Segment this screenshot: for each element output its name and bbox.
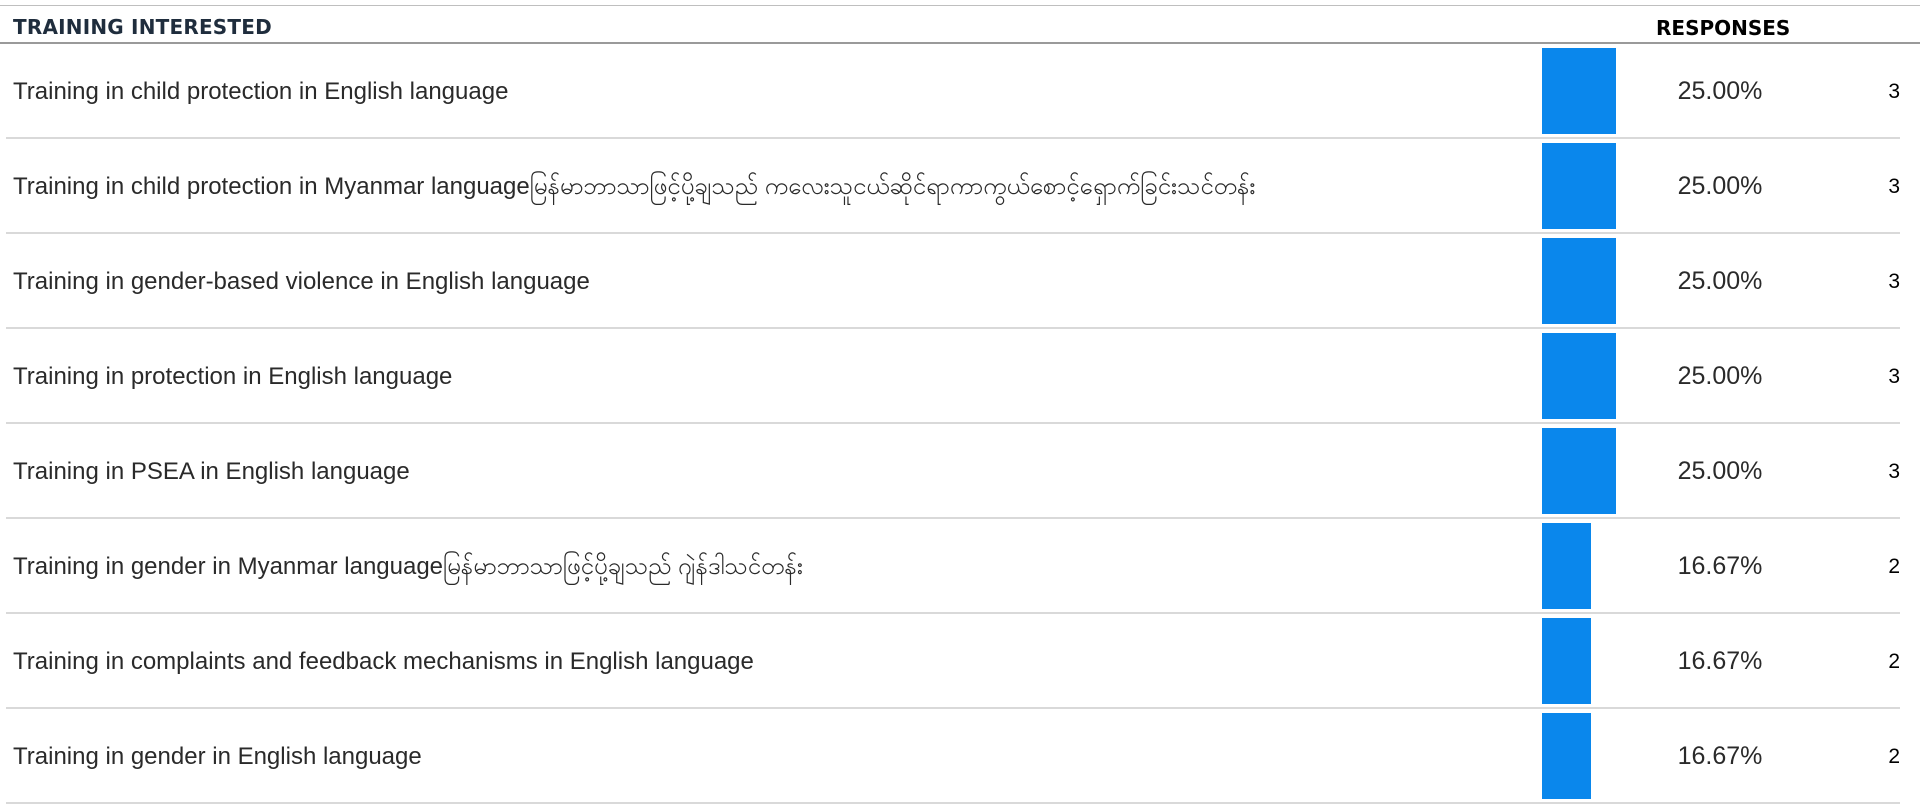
bar [1542, 523, 1591, 609]
table-row: Training in complaints and feedback mech… [0, 614, 1920, 709]
bar [1542, 618, 1591, 704]
table-row: Training in gender-based violence in Eng… [0, 234, 1920, 329]
response-count: 3 [1888, 175, 1900, 198]
percent-label: 25.00% [1677, 77, 1763, 105]
header-responses: RESPONSES [1656, 16, 1791, 40]
percent-label: 25.00% [1677, 362, 1763, 390]
percent-label: 16.67% [1677, 647, 1763, 675]
table-row: Training in protection in English langua… [0, 329, 1920, 424]
bar [1542, 333, 1616, 419]
percent-label: 16.67% [1677, 742, 1763, 770]
bar [1542, 48, 1616, 134]
response-count: 2 [1888, 745, 1900, 768]
category-label: Training in gender-based violence in Eng… [13, 268, 590, 295]
percent-label: 25.00% [1677, 457, 1763, 485]
percent-label: 25.00% [1677, 172, 1763, 200]
table-row: Training in gender in English language 16… [0, 709, 1920, 804]
row-divider [6, 802, 1900, 804]
bar [1542, 238, 1616, 324]
category-label: Training in complaints and feedback mech… [13, 648, 754, 675]
category-label: Training in protection in English langua… [13, 363, 453, 390]
response-count: 3 [1888, 365, 1900, 388]
table-row: Training in child protection in English … [0, 44, 1920, 139]
category-label: Training in gender in Myanmar languageမြ… [13, 553, 803, 580]
header-training-interested: TRAINING INTERESTED [13, 15, 272, 39]
category-label: Training in child protection in Myanmar … [13, 173, 1256, 200]
category-label: Training in PSEA in English language [13, 458, 410, 485]
response-count: 3 [1888, 460, 1900, 483]
bar [1542, 428, 1616, 514]
response-count: 2 [1888, 555, 1900, 578]
table-row: Training in PSEA in English language 25.0… [0, 424, 1920, 519]
bar [1542, 143, 1616, 229]
response-count: 3 [1888, 80, 1900, 103]
table-header: TRAINING INTERESTED RESPONSES [0, 6, 1920, 44]
table-row: Training in child protection in Myanmar … [0, 139, 1920, 234]
category-label: Training in gender in English language [13, 743, 422, 770]
bar [1542, 713, 1591, 799]
category-label: Training in child protection in English … [13, 78, 509, 105]
response-count: 3 [1888, 270, 1900, 293]
percent-label: 16.67% [1677, 552, 1763, 580]
response-count: 2 [1888, 650, 1900, 673]
percent-label: 25.00% [1677, 267, 1763, 295]
table-row: Training in gender in Myanmar languageမြ… [0, 519, 1920, 614]
survey-results-table: TRAINING INTERESTED RESPONSES Training i… [0, 0, 1920, 807]
